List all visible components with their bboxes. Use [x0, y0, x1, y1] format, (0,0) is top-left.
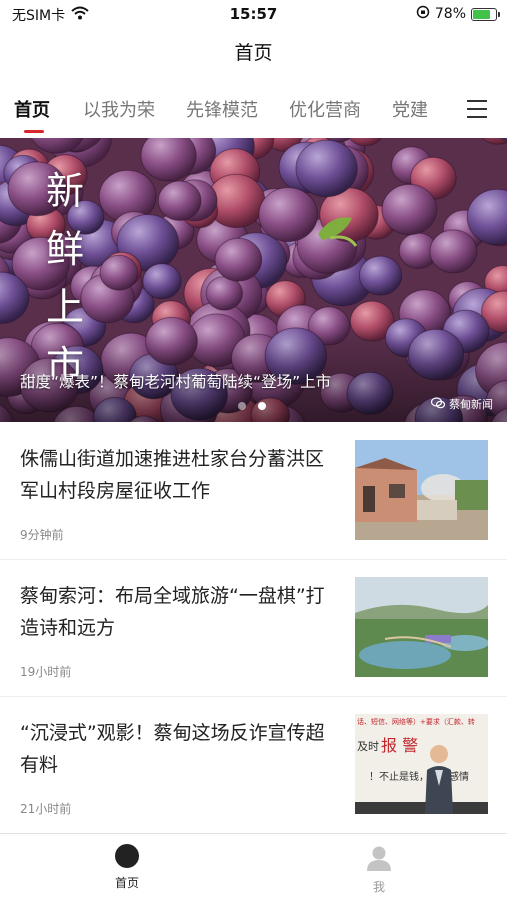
carousel-dot-active[interactable] [258, 402, 266, 410]
news-time: 19小时前 [20, 665, 72, 679]
news-title[interactable]: “沉浸式”观影！蔡甸这场反诈宣传超有料 [20, 717, 330, 781]
banner-watermark: 蔡甸新闻 [430, 396, 493, 412]
active-tab-indicator [24, 130, 44, 133]
news-item[interactable]: “沉浸式”观影！蔡甸这场反诈宣传超有料 21小时前 话、短信、网络等）+要求（汇… [0, 697, 507, 834]
news-thumbnail[interactable] [355, 440, 488, 540]
news-time: 21小时前 [20, 802, 72, 816]
battery-charging-icon [471, 7, 500, 21]
category-tabs: 首页 以我为荣 先锋模范 优化营商 党建 [0, 90, 507, 134]
news-item[interactable]: 侏儒山街道加速推进杜家台分蓄洪区军山村段房屋征收工作 9分钟前 [0, 423, 507, 560]
carousel-dot[interactable] [238, 402, 246, 410]
tab-business-environment[interactable]: 优化营商 [289, 96, 361, 122]
thumb-text-line1: 话、短信、网络等）+要求（汇款、转 [357, 717, 475, 726]
news-thumbnail[interactable] [355, 577, 488, 677]
bottom-tab-bar: 首页 我 [0, 833, 507, 900]
watermark-text: 蔡甸新闻 [449, 398, 493, 411]
news-title[interactable]: 蔡甸索河：布局全域旅游“一盘棋”打造诗和远方 [20, 580, 330, 644]
banner-caption[interactable]: 甜度“爆表”！蔡甸老河村葡萄陆续“登场”上市 [20, 370, 331, 392]
tab-home[interactable]: 首页 [14, 96, 50, 122]
tabbar-item-me[interactable]: 我 [339, 844, 419, 895]
status-right: 78% [416, 5, 500, 23]
battery-level-fill [473, 9, 491, 19]
news-title[interactable]: 侏儒山街道加速推进杜家台分蓄洪区军山村段房屋征收工作 [20, 443, 330, 507]
person-icon [339, 844, 419, 876]
banner-carousel[interactable]: 新鲜上市 甜度“爆表”！蔡甸老河村葡萄陆续“登场”上市 蔡甸新闻 [0, 138, 507, 422]
menu-icon[interactable] [467, 100, 487, 118]
tabbar-label-me: 我 [372, 880, 385, 894]
tab-party-building[interactable]: 党建 [392, 96, 428, 122]
status-bar: 无SIM卡 15:57 78% [0, 0, 507, 30]
thumb-alarm-text: 报 警 [381, 736, 418, 755]
tabbar-label-home: 首页 [114, 876, 139, 890]
news-item[interactable]: 蔡甸索河：布局全域旅游“一盘棋”打造诗和远方 19小时前 [0, 560, 507, 697]
news-list: 侏儒山街道加速推进杜家台分蓄洪区军山村段房屋征收工作 9分钟前 蔡甸索河：布局全… [0, 423, 507, 834]
tab-proud-of-me[interactable]: 以我为荣 [83, 96, 155, 122]
tab-pioneer-models[interactable]: 先锋模范 [186, 96, 258, 122]
banner-tagline: 新鲜上市 [46, 169, 85, 387]
news-time: 9分钟前 [20, 528, 64, 542]
tabbar-item-home[interactable]: 首页 [87, 844, 167, 891]
carousel-dots [238, 402, 266, 410]
page-title: 首页 [234, 42, 273, 64]
thumb-text-line3: ！不止是钱，还有感情 [369, 770, 469, 783]
wechat-icon [430, 396, 446, 412]
thumb-text-prefix: 及时 [357, 740, 379, 753]
battery-percent: 78% [434, 6, 466, 22]
orientation-lock-icon [416, 5, 430, 23]
home-icon [115, 844, 139, 868]
news-thumbnail[interactable]: 话、短信、网络等）+要求（汇款、转 及时 报 警 ！不止是钱，还有感情 [355, 714, 488, 814]
